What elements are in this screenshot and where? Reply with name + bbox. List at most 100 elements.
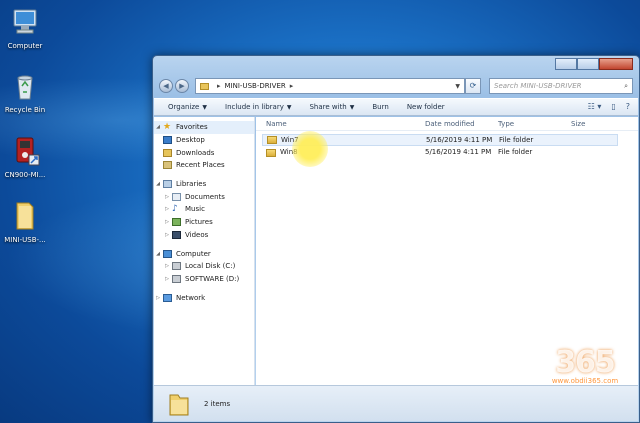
nav-label: Documents (185, 192, 225, 201)
preview-pane-icon[interactable]: ▯ (611, 102, 615, 111)
burn-button[interactable]: Burn (372, 103, 388, 111)
nav-item-desktop[interactable]: Desktop (154, 134, 254, 147)
maximize-button[interactable] (577, 58, 599, 70)
nav-item-music[interactable]: ▷ ♪ Music (154, 203, 254, 216)
include-in-library-button[interactable]: Include in library ▼ (225, 103, 291, 111)
network-icon (163, 293, 172, 302)
expand-icon[interactable]: ▷ (163, 194, 171, 200)
desktop-icon-label: CN900-MI... (4, 171, 46, 179)
nav-label: Network (176, 293, 206, 302)
window-controls (555, 58, 633, 70)
search-icon: ⌕ (624, 82, 628, 90)
nav-item-local-disk[interactable]: ▷ Local Disk (C:) (154, 260, 254, 273)
cursor-highlight (292, 131, 328, 167)
forward-arrow-icon: ▶ (179, 82, 185, 90)
pictures-icon (172, 218, 181, 227)
collapse-icon[interactable]: ◢ (154, 124, 162, 130)
column-header-row: Name Date modified Type Size (256, 117, 638, 131)
column-header-name[interactable]: Name (266, 120, 287, 128)
nav-item-network[interactable]: ▷ Network (154, 291, 254, 304)
close-button[interactable] (599, 58, 633, 70)
nav-item-videos[interactable]: ▷ Videos (154, 229, 254, 242)
recent-places-icon (163, 161, 172, 170)
nav-item-downloads[interactable]: Downloads (154, 146, 254, 159)
address-dropdown-icon[interactable]: ▼ (455, 83, 460, 90)
nav-label: Pictures (185, 218, 213, 227)
documents-icon (172, 192, 181, 201)
nav-label: Libraries (176, 180, 207, 189)
watermark-logo: 365 www.obdii365.com (545, 345, 625, 385)
minimize-button[interactable] (555, 58, 577, 70)
share-with-label: Share with (309, 103, 347, 111)
item-count: 2 items (204, 399, 231, 408)
folder-icon (16, 202, 34, 230)
file-type: File folder (498, 148, 533, 156)
refresh-button[interactable]: ⟳ (465, 78, 481, 94)
expand-icon[interactable]: ▷ (163, 232, 171, 238)
expand-icon[interactable]: ▷ (163, 206, 171, 212)
view-controls: ☷ ▾ ▯ ? (588, 102, 630, 111)
collapse-icon[interactable]: ◢ (154, 251, 162, 257)
nav-label: Recent Places (176, 161, 225, 170)
breadcrumb-separator: ▸ (217, 82, 221, 90)
column-header-date-modified[interactable]: Date modified (425, 120, 475, 128)
desktop-icon-label: Computer (7, 42, 43, 50)
folder-icon (267, 136, 277, 144)
file-type: File folder (499, 136, 534, 144)
help-icon[interactable]: ? (626, 102, 630, 111)
forward-button[interactable]: ▶ (175, 79, 189, 93)
music-icon: ♪ (172, 204, 178, 215)
navigation-row: ◀ ▶ ▸ MINI-USB-DRIVER ▸ ▼ ⟳ Search MINI-… (159, 77, 633, 95)
share-with-button[interactable]: Share with ▼ (309, 103, 354, 111)
watermark-number: 365 (555, 345, 616, 380)
recycle-bin-icon (17, 75, 33, 100)
desktop-icon-recycle-bin[interactable]: Recycle Bin (0, 70, 50, 114)
nav-label: Local Disk (C:) (185, 262, 236, 271)
search-input[interactable]: Search MINI-USB-DRIVER ⌕ (489, 78, 633, 94)
organize-button[interactable]: Organize ▼ (168, 103, 207, 111)
expand-icon[interactable]: ▷ (154, 295, 162, 301)
breadcrumb-current[interactable]: MINI-USB-DRIVER (225, 82, 286, 90)
file-date: 5/16/2019 4:11 PM (426, 136, 493, 144)
nav-item-pictures[interactable]: ▷ Pictures (154, 216, 254, 229)
column-header-size[interactable]: Size (571, 120, 585, 128)
nav-label: Desktop (176, 136, 205, 145)
drive-icon (172, 274, 181, 283)
nav-item-recent-places[interactable]: Recent Places (154, 159, 254, 172)
navigation-pane: ◢ ★ Favorites Desktop Downloads Recent P… (154, 117, 255, 385)
command-bar: Organize ▼ Include in library ▼ Share with… (154, 98, 638, 116)
desktop-icon-mini-usb[interactable]: MINI-USB-... (0, 200, 50, 244)
collapse-icon[interactable]: ◢ (154, 181, 162, 187)
drive-icon (172, 262, 181, 271)
back-arrow-icon: ◀ (163, 82, 169, 90)
search-placeholder: Search MINI-USB-DRIVER (494, 82, 582, 90)
column-header-type[interactable]: Type (498, 120, 514, 128)
nav-label: Downloads (176, 148, 215, 157)
nav-item-software-drive[interactable]: ▷ SOFTWARE (D:) (154, 273, 254, 286)
nav-item-favorites[interactable]: ◢ ★ Favorites (154, 121, 254, 134)
new-folder-button[interactable]: New folder (407, 103, 445, 111)
nav-label: Favorites (176, 123, 208, 132)
videos-icon (172, 230, 181, 239)
desktop-icon-cn900[interactable]: CN900-MI... (0, 135, 50, 179)
expand-icon[interactable]: ▷ (163, 263, 171, 269)
watermark-url: www.obdii365.com (551, 377, 619, 385)
nav-item-computer[interactable]: ◢ Computer (154, 247, 254, 260)
nav-label: Music (185, 205, 205, 214)
address-bar[interactable]: ▸ MINI-USB-DRIVER ▸ ▼ (195, 78, 465, 94)
refresh-icon: ⟳ (469, 81, 477, 90)
back-button[interactable]: ◀ (159, 79, 173, 93)
expand-icon[interactable]: ▷ (163, 219, 171, 225)
nav-label: SOFTWARE (D:) (185, 274, 240, 283)
nav-item-libraries[interactable]: ◢ Libraries (154, 178, 254, 191)
view-options-icon[interactable]: ☷ ▾ (588, 102, 602, 111)
expand-icon[interactable]: ▷ (163, 276, 171, 282)
folder-icon (266, 149, 276, 157)
star-icon: ★ (163, 122, 172, 133)
downloads-icon (163, 148, 172, 157)
nav-item-documents[interactable]: ▷ Documents (154, 190, 254, 203)
desktop-icon (163, 136, 172, 145)
desktop-icon-computer[interactable]: Computer (0, 6, 50, 50)
nav-label: Videos (185, 230, 209, 239)
computer-icon (163, 249, 172, 258)
